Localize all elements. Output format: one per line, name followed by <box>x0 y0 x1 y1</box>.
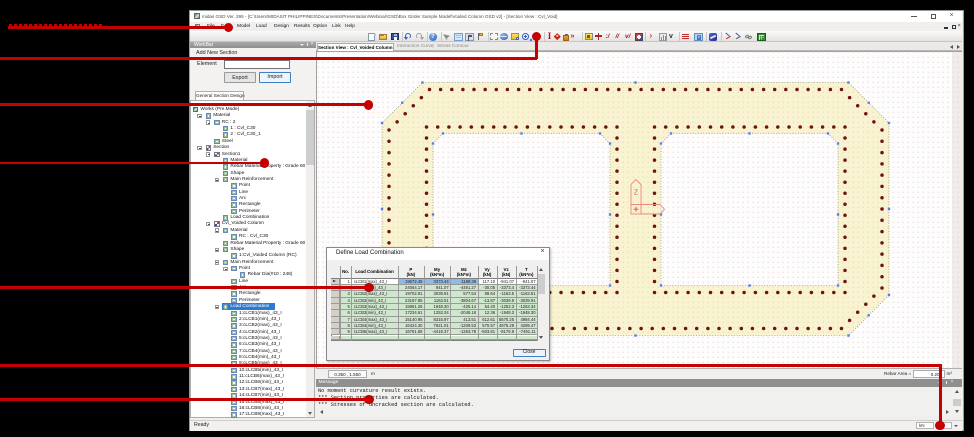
svg-text:Z: Z <box>634 189 639 196</box>
